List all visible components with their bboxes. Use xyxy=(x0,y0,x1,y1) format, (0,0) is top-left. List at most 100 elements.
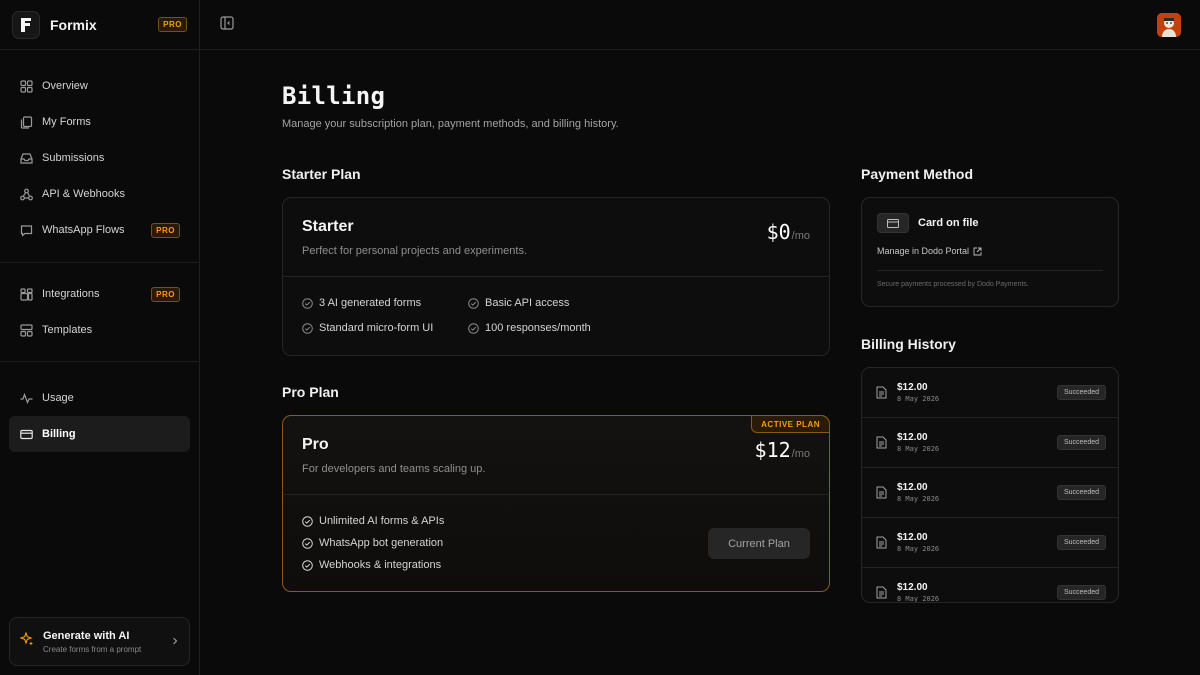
feature-item: WhatsApp bot generation xyxy=(302,537,443,549)
sidebar: Formix PRO Overview My Forms Submissions… xyxy=(0,0,200,675)
manage-portal-link[interactable]: Manage in Dodo Portal xyxy=(877,246,982,256)
status-badge: Succeeded xyxy=(1056,435,1106,450)
sidebar-item-integrations[interactable]: Integrations PRO xyxy=(9,276,190,312)
feature-label: Webhooks & integrations xyxy=(319,559,442,571)
history-amount: $12.00 xyxy=(897,582,928,593)
divider xyxy=(877,270,1103,271)
feature-item: Unlimited AI forms & APIs xyxy=(302,515,444,527)
feature-item: Standard micro-form UI xyxy=(302,322,433,334)
sidebar-item-label: WhatsApp Flows xyxy=(42,224,125,236)
status-badge: Succeeded xyxy=(1056,485,1106,500)
pro-badge: PRO xyxy=(151,286,180,302)
payment-section-title: Payment Method xyxy=(861,166,974,182)
starter-section-title: Starter Plan xyxy=(282,166,361,182)
billing-history-row[interactable]: $12.00 8 May 2026 Succeeded xyxy=(862,518,1118,568)
avatar[interactable] xyxy=(1157,13,1181,37)
webhook-icon xyxy=(19,187,33,201)
topbar xyxy=(200,0,1200,50)
card-on-file-label: Card on file xyxy=(918,217,979,229)
message-icon xyxy=(19,223,33,237)
plan-header: Starter Perfect for personal projects an… xyxy=(283,198,829,277)
price-period: /mo xyxy=(791,230,810,242)
file-text-icon xyxy=(876,536,887,549)
credit-card-icon xyxy=(877,213,909,233)
sidebar-item-whatsapp-flows[interactable]: WhatsApp Flows PRO xyxy=(9,212,190,248)
plan-header: Pro For developers and teams scaling up.… xyxy=(283,416,829,495)
sidebar-item-label: My Forms xyxy=(42,116,91,128)
feature-label: 3 AI generated forms xyxy=(319,297,422,309)
sidebar-item-billing[interactable]: Billing xyxy=(9,416,190,452)
history-date: 8 May 2026 xyxy=(897,445,940,453)
plan-price: $0 /mo xyxy=(767,220,810,244)
sidebar-item-my-forms[interactable]: My Forms xyxy=(9,104,190,140)
check-circle-icon xyxy=(302,515,313,527)
price-period: /mo xyxy=(791,448,810,460)
file-text-icon xyxy=(876,386,887,399)
check-circle-icon xyxy=(302,322,313,334)
sidebar-toggle-button[interactable] xyxy=(218,15,236,35)
billing-history-row[interactable]: $12.00 8 May 2026 Succeeded xyxy=(862,368,1118,418)
billing-history-row[interactable]: $12.00 8 May 2026 Succeeded xyxy=(862,568,1118,602)
page-title: Billing xyxy=(282,82,386,110)
sidebar-item-submissions[interactable]: Submissions xyxy=(9,140,190,176)
manage-link-label: Manage in Dodo Portal xyxy=(877,246,970,256)
generate-with-ai-button[interactable]: Generate with AI Create forms from a pro… xyxy=(9,617,190,666)
file-text-icon xyxy=(876,436,887,449)
check-circle-icon xyxy=(302,297,313,309)
history-amount: $12.00 xyxy=(897,532,928,543)
starter-plan-card: Starter Perfect for personal projects an… xyxy=(282,197,830,356)
sidebar-item-label: Integrations xyxy=(42,288,100,300)
history-amount: $12.00 xyxy=(897,432,928,443)
feature-label: 100 responses/month xyxy=(485,322,591,334)
status-badge: Succeeded xyxy=(1056,535,1106,550)
sidebar-item-label: Templates xyxy=(42,324,93,336)
current-plan-button[interactable]: Current Plan xyxy=(708,528,810,559)
generate-text: Generate with AI Create forms from a pro… xyxy=(43,630,171,654)
feature-label: Standard micro-form UI xyxy=(319,322,434,334)
external-link-icon xyxy=(973,247,982,256)
history-date: 8 May 2026 xyxy=(897,545,940,553)
credit-card-icon xyxy=(19,427,33,441)
sidebar-item-templates[interactable]: Templates xyxy=(9,312,190,348)
billing-history-row[interactable]: $12.00 8 May 2026 Succeeded xyxy=(862,418,1118,468)
check-circle-icon xyxy=(302,559,313,571)
plan-description: Perfect for personal projects and experi… xyxy=(302,245,528,257)
pro-section-title: Pro Plan xyxy=(282,384,339,400)
nav-group-tools: Integrations PRO Templates xyxy=(0,263,199,362)
activity-icon xyxy=(19,391,33,405)
sidebar-item-label: Billing xyxy=(42,428,76,440)
secure-payments-note: Secure payments processed by Dodo Paymen… xyxy=(877,281,1029,288)
status-badge: Succeeded xyxy=(1056,385,1106,400)
billing-history-row[interactable]: $12.00 8 May 2026 Succeeded xyxy=(862,468,1118,518)
grid-icon xyxy=(19,79,33,93)
nav-group-account: Usage Billing xyxy=(0,362,199,452)
history-date: 8 May 2026 xyxy=(897,395,940,403)
history-section-title: Billing History xyxy=(861,336,956,352)
sidebar-item-overview[interactable]: Overview xyxy=(9,68,190,104)
sidebar-item-label: Overview xyxy=(42,80,88,92)
plan-description: For developers and teams scaling up. xyxy=(302,463,486,475)
brand-header: Formix PRO xyxy=(0,0,199,50)
sidebar-item-label: Usage xyxy=(42,392,74,404)
sidebar-item-usage[interactable]: Usage xyxy=(9,380,190,416)
formix-logo-icon[interactable] xyxy=(12,10,40,39)
sidebar-item-api-webhooks[interactable]: API & Webhooks xyxy=(9,176,190,212)
file-icon xyxy=(19,115,33,129)
feature-label: Unlimited AI forms & APIs xyxy=(319,515,445,527)
history-amount: $12.00 xyxy=(897,382,928,393)
sidebar-item-label: Submissions xyxy=(42,152,105,164)
payment-method-card: Card on file Manage in Dodo Portal Secur… xyxy=(861,197,1119,307)
price-amount: $0 xyxy=(766,220,791,244)
feature-item: Webhooks & integrations xyxy=(302,559,441,571)
brand-name: Formix xyxy=(50,16,97,33)
plan-price: $12 /mo xyxy=(755,438,810,462)
history-date: 8 May 2026 xyxy=(897,495,940,503)
feature-item: 100 responses/month xyxy=(468,322,591,334)
pro-badge: PRO xyxy=(158,17,187,32)
billing-history-list[interactable]: $12.00 8 May 2026 Succeeded $12.00 8 May… xyxy=(861,367,1119,603)
pro-badge: PRO xyxy=(151,222,180,238)
feature-label: WhatsApp bot generation xyxy=(319,537,444,549)
panel-left-icon xyxy=(220,15,234,35)
plan-name: Starter xyxy=(302,218,354,235)
pro-plan-card: ACTIVE PLAN Pro For developers and teams… xyxy=(282,415,830,592)
